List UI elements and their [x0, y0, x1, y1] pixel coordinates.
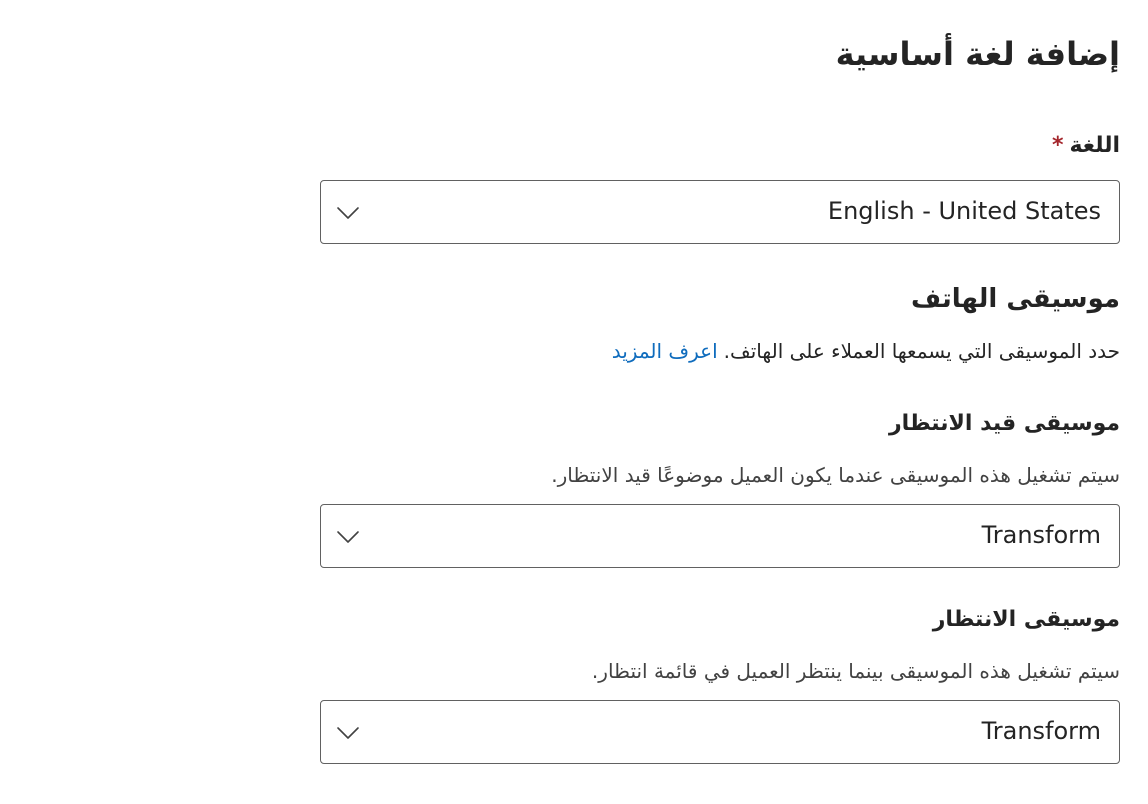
phone-music-title: موسيقى الهاتف [911, 284, 1120, 314]
language-dropdown[interactable]: English - United States [320, 180, 1120, 244]
chevron-down-icon [337, 207, 359, 219]
hold-music-dropdown-value: Transform [981, 521, 1101, 549]
phone-music-description: حدد الموسيقى التي يسمعها العملاء على اله… [612, 336, 1120, 366]
language-label-text: اللغة [1069, 133, 1120, 158]
wait-music-dropdown-value: Transform [981, 717, 1101, 745]
hold-music-dropdown[interactable]: Transform [320, 504, 1120, 568]
hold-music-description: سيتم تشغيل هذه الموسيقى عندما يكون العمي… [551, 463, 1120, 487]
chevron-down-icon [337, 531, 359, 543]
wait-music-dropdown[interactable]: Transform [320, 700, 1120, 764]
chevron-down-icon [337, 727, 359, 739]
page-title: إضافة لغة أساسية [835, 35, 1120, 73]
language-label: اللغة* [1052, 130, 1120, 162]
add-primary-language-panel: إضافة لغة أساسية اللغة* English - United… [320, 0, 1120, 804]
learn-more-link[interactable]: اعرف المزيد [612, 339, 718, 363]
required-indicator: * [1051, 133, 1064, 158]
wait-music-description: سيتم تشغيل هذه الموسيقى بينما ينتظر العم… [591, 659, 1120, 683]
phone-music-description-text: حدد الموسيقى التي يسمعها العملاء على اله… [723, 339, 1120, 363]
hold-music-label: موسيقى قيد الانتظار [888, 411, 1120, 436]
language-dropdown-value: English - United States [827, 197, 1101, 225]
wait-music-label: موسيقى الانتظار [932, 607, 1120, 632]
